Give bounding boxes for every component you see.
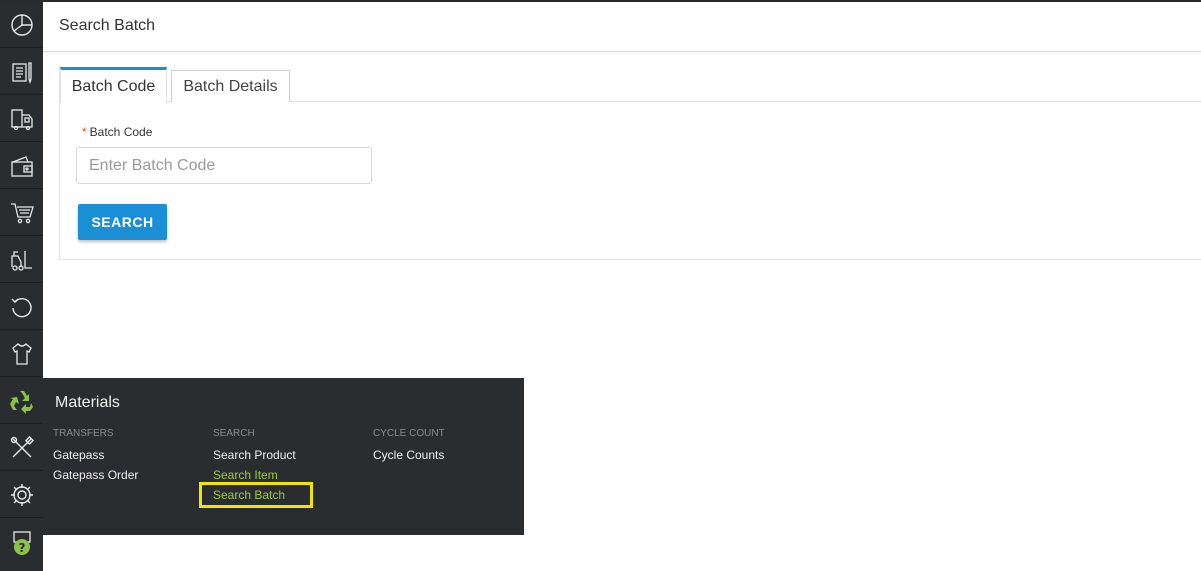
left-icon-rail: ? xyxy=(0,2,43,571)
search-batch-highlight-box xyxy=(199,482,313,508)
required-marker: * xyxy=(82,125,87,139)
materials-flyout-menu: Materials TRANSFERS Gatepass Gatepass Or… xyxy=(43,378,524,535)
column-heading-cycle-count: CYCLE COUNT xyxy=(373,428,445,439)
settings-gear-icon[interactable] xyxy=(0,472,43,518)
orders-icon[interactable] xyxy=(0,49,43,95)
menu-item-gatepass-order[interactable]: Gatepass Order xyxy=(53,465,138,485)
batch-code-label: * Batch Code xyxy=(82,125,152,139)
help-icon[interactable]: ? xyxy=(0,519,43,565)
tab-batch-code[interactable]: Batch Code xyxy=(60,67,167,103)
shipping-icon[interactable] xyxy=(0,96,43,142)
menu-item-cycle-counts[interactable]: Cycle Counts xyxy=(373,445,445,465)
menu-column-cycle-count: CYCLE COUNT Cycle Counts xyxy=(373,428,445,465)
menu-item-gatepass[interactable]: Gatepass xyxy=(53,445,138,465)
flyout-title: Materials xyxy=(55,394,120,411)
tools-icon[interactable] xyxy=(0,425,43,471)
dashboard-icon[interactable] xyxy=(0,2,43,48)
menu-item-search-product[interactable]: Search Product xyxy=(213,445,296,465)
search-batch-card: Batch Code Batch Details *Batch Code SEA… xyxy=(59,67,1201,260)
svg-text:?: ? xyxy=(18,541,25,555)
column-heading-transfers: TRANSFERS xyxy=(53,428,114,439)
menu-column-transfers: TRANSFERS Gatepass Gatepass Order xyxy=(53,428,138,485)
wallet-icon[interactable] xyxy=(0,143,43,189)
batch-code-input[interactable] xyxy=(76,147,372,184)
forklift-icon[interactable] xyxy=(0,237,43,283)
batch-code-label-text: Batch Code xyxy=(89,125,153,139)
apparel-icon[interactable] xyxy=(0,331,43,377)
cart-icon[interactable] xyxy=(0,190,43,236)
search-button[interactable]: SEARCH xyxy=(78,204,167,240)
page-header: Search Batch xyxy=(43,2,1201,52)
tab-batch-details[interactable]: Batch Details xyxy=(171,70,290,102)
returns-icon[interactable] xyxy=(0,284,43,330)
materials-recycle-icon[interactable] xyxy=(0,378,43,424)
page-title: Search Batch xyxy=(59,17,156,34)
column-heading-search: SEARCH xyxy=(213,428,255,439)
